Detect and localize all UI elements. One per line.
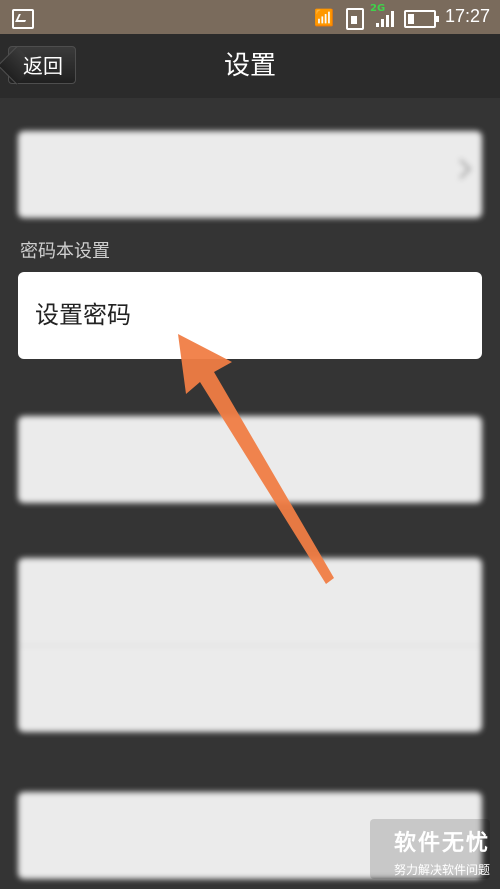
sim-card-icon — [346, 8, 364, 30]
wifi-icon: 📶 — [314, 8, 334, 27]
signal-icon — [376, 11, 394, 27]
chevron-right-icon — [451, 159, 471, 179]
battery-icon — [404, 10, 439, 28]
settings-row[interactable] — [18, 131, 482, 218]
watermark: 软件无忧 努力解决软件问题 — [370, 819, 490, 879]
settings-row[interactable] — [18, 646, 482, 733]
watermark-title: 软件无忧 — [393, 831, 490, 856]
settings-card-1 — [18, 131, 482, 218]
section-label-password: 密码本设置 — [20, 241, 110, 262]
status-bar: 📶 2G 17:27 — [0, 0, 500, 34]
set-password-label: 设置密码 — [35, 301, 131, 329]
pointer-arrow-icon — [178, 334, 334, 584]
status-time: 17:27 — [444, 6, 490, 26]
watermark-subtitle: 努力解决软件问题 — [393, 863, 490, 877]
image-icon — [12, 9, 34, 29]
back-button-label: 返回 — [23, 54, 63, 78]
header-bar: 设置 返回 — [0, 34, 500, 98]
back-button[interactable]: 返回 — [8, 46, 76, 84]
